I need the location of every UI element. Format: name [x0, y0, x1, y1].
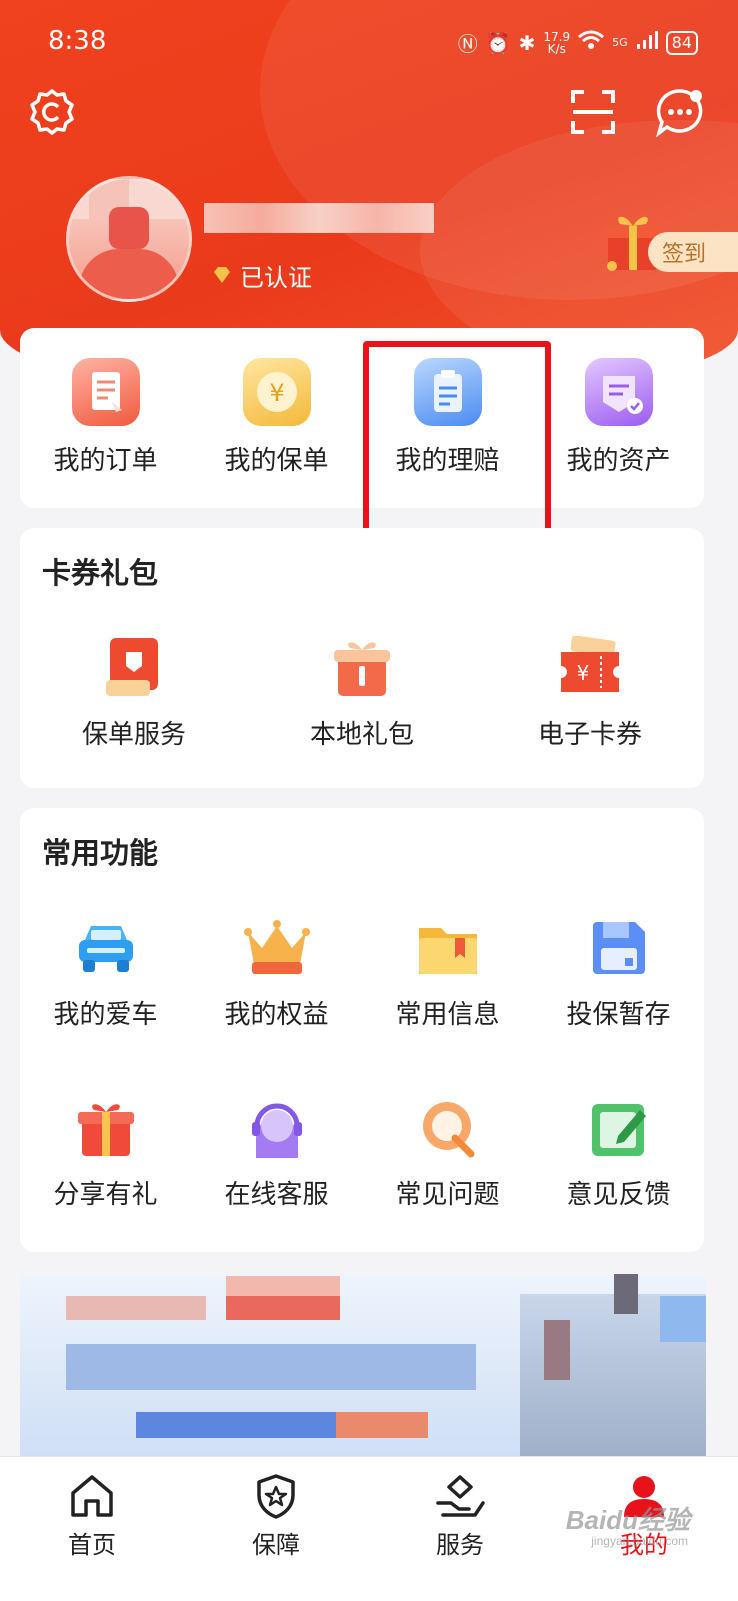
network-type: 5G — [612, 36, 628, 49]
crown-icon — [243, 920, 310, 974]
function-item-my-car[interactable]: 我的爱车 — [20, 918, 191, 1031]
quick-action-label: 我的订单 — [53, 446, 158, 476]
gift-icon — [334, 642, 390, 696]
feedback-icon — [591, 1104, 646, 1156]
faq-icon — [422, 1102, 474, 1158]
tab-label: 首页 — [68, 1531, 116, 1559]
function-item-feedback[interactable]: 意见反馈 — [533, 1098, 704, 1211]
function-item-label: 我的权益 — [224, 1000, 329, 1030]
verified-badge: 已认证 — [212, 258, 312, 293]
home-icon — [71, 1475, 113, 1517]
svg-text:¥: ¥ — [269, 379, 284, 407]
settings-gear-icon[interactable] — [24, 84, 80, 140]
function-item-label: 常用信息 — [395, 1000, 500, 1030]
tab-label: 服务 — [436, 1531, 484, 1559]
watermark-url: jingyan.baidu.com — [591, 1534, 688, 1548]
avatar[interactable] — [66, 176, 192, 302]
wifi-icon — [578, 30, 605, 55]
promo-banner[interactable] — [20, 1274, 706, 1456]
claims-icon — [413, 358, 482, 426]
policy-icon: ¥ — [242, 358, 311, 426]
function-item-label: 分享有礼 — [53, 1180, 158, 1210]
verified-label: 已认证 — [240, 264, 312, 292]
functions-card: 常用功能 我的爱车 我的权益 常用信息 投保暂存 分享有礼 在线客服 常见问题 … — [20, 808, 704, 1252]
coupons-title: 卡券礼包 — [42, 556, 159, 590]
scan-icon[interactable] — [565, 84, 621, 140]
signin-button[interactable]: 签到 — [648, 232, 738, 272]
speed-unit: K/s — [547, 41, 566, 56]
policy-service-icon — [106, 638, 158, 696]
coupon-item-local-gift[interactable]: 本地礼包 — [248, 636, 476, 751]
function-item-my-benefits[interactable]: 我的权益 — [191, 918, 362, 1031]
bluetooth-icon: ✱ — [518, 30, 536, 55]
svg-text:¥: ¥ — [577, 661, 590, 685]
coupon-item-label: 电子卡券 — [537, 720, 642, 750]
quick-action-policies[interactable]: ¥ 我的保单 — [191, 358, 362, 477]
coupon-item-e-ticket[interactable]: ¥ 电子卡券 — [476, 636, 704, 751]
coupon-item-label: 本地礼包 — [309, 720, 414, 750]
folder-icon — [418, 928, 477, 974]
status-icons: Ⓝ ⏰ ✱ 17.9 K/s 5G 84 — [458, 28, 698, 57]
diamond-icon — [212, 262, 232, 290]
function-item-label: 在线客服 — [224, 1180, 329, 1210]
save-icon — [592, 922, 645, 974]
battery-indicator: 84 — [665, 30, 698, 55]
function-item-common-info[interactable]: 常用信息 — [362, 918, 533, 1031]
quick-action-assets[interactable]: 我的资产 — [533, 358, 704, 477]
service-icon — [436, 1475, 485, 1517]
assets-icon — [584, 358, 653, 426]
function-item-label: 常见问题 — [395, 1180, 500, 1210]
function-item-label: 意见反馈 — [566, 1180, 671, 1210]
alarm-icon: ⏰ — [485, 30, 511, 55]
coupon-item-policy-service[interactable]: 保单服务 — [20, 636, 248, 751]
order-icon — [71, 358, 140, 426]
status-time: 8:38 — [48, 26, 107, 56]
share-gift-icon — [77, 1104, 134, 1156]
function-item-label: 投保暂存 — [566, 1000, 671, 1030]
coupon-item-label: 保单服务 — [81, 720, 186, 750]
quick-action-orders[interactable]: 我的订单 — [20, 358, 191, 477]
quick-action-claims[interactable]: 我的理赔 — [362, 358, 533, 477]
shield-icon — [257, 1474, 295, 1519]
quick-action-label: 我的理赔 — [395, 446, 500, 476]
network-speed: 17.9 K/s — [543, 31, 570, 55]
username-blurred — [204, 203, 434, 233]
function-item-label: 我的爱车 — [53, 1000, 158, 1030]
tab-services[interactable]: 服务 — [368, 1473, 552, 1560]
function-item-saved-drafts[interactable]: 投保暂存 — [533, 918, 704, 1031]
customer-service-icon — [251, 1103, 302, 1158]
function-item-online-support[interactable]: 在线客服 — [191, 1098, 362, 1211]
ticket-icon: ¥ — [561, 636, 619, 692]
status-bar: 8:38 Ⓝ ⏰ ✱ 17.9 K/s 5G 84 — [0, 22, 738, 62]
signal-icon — [636, 30, 658, 55]
watermark-logo: Baidu经验 — [565, 1505, 690, 1535]
nfc-icon: Ⓝ — [457, 32, 478, 56]
car-icon — [78, 926, 133, 972]
function-item-share-gift[interactable]: 分享有礼 — [20, 1098, 191, 1211]
tab-label: 保障 — [252, 1531, 300, 1559]
quick-action-label: 我的保单 — [224, 446, 329, 476]
functions-title: 常用功能 — [42, 836, 159, 870]
quick-actions-card: 我的订单 ¥ 我的保单 我的理赔 我的资产 — [20, 328, 704, 508]
tab-protection[interactable]: 保障 — [184, 1473, 368, 1560]
coupons-card: 卡券礼包 保单服务 本地礼包 ¥ 电子卡券 — [20, 528, 704, 788]
quick-action-label: 我的资产 — [566, 446, 671, 476]
function-item-faq[interactable]: 常见问题 — [362, 1098, 533, 1211]
tab-home[interactable]: 首页 — [0, 1473, 184, 1560]
message-icon[interactable] — [652, 84, 708, 140]
